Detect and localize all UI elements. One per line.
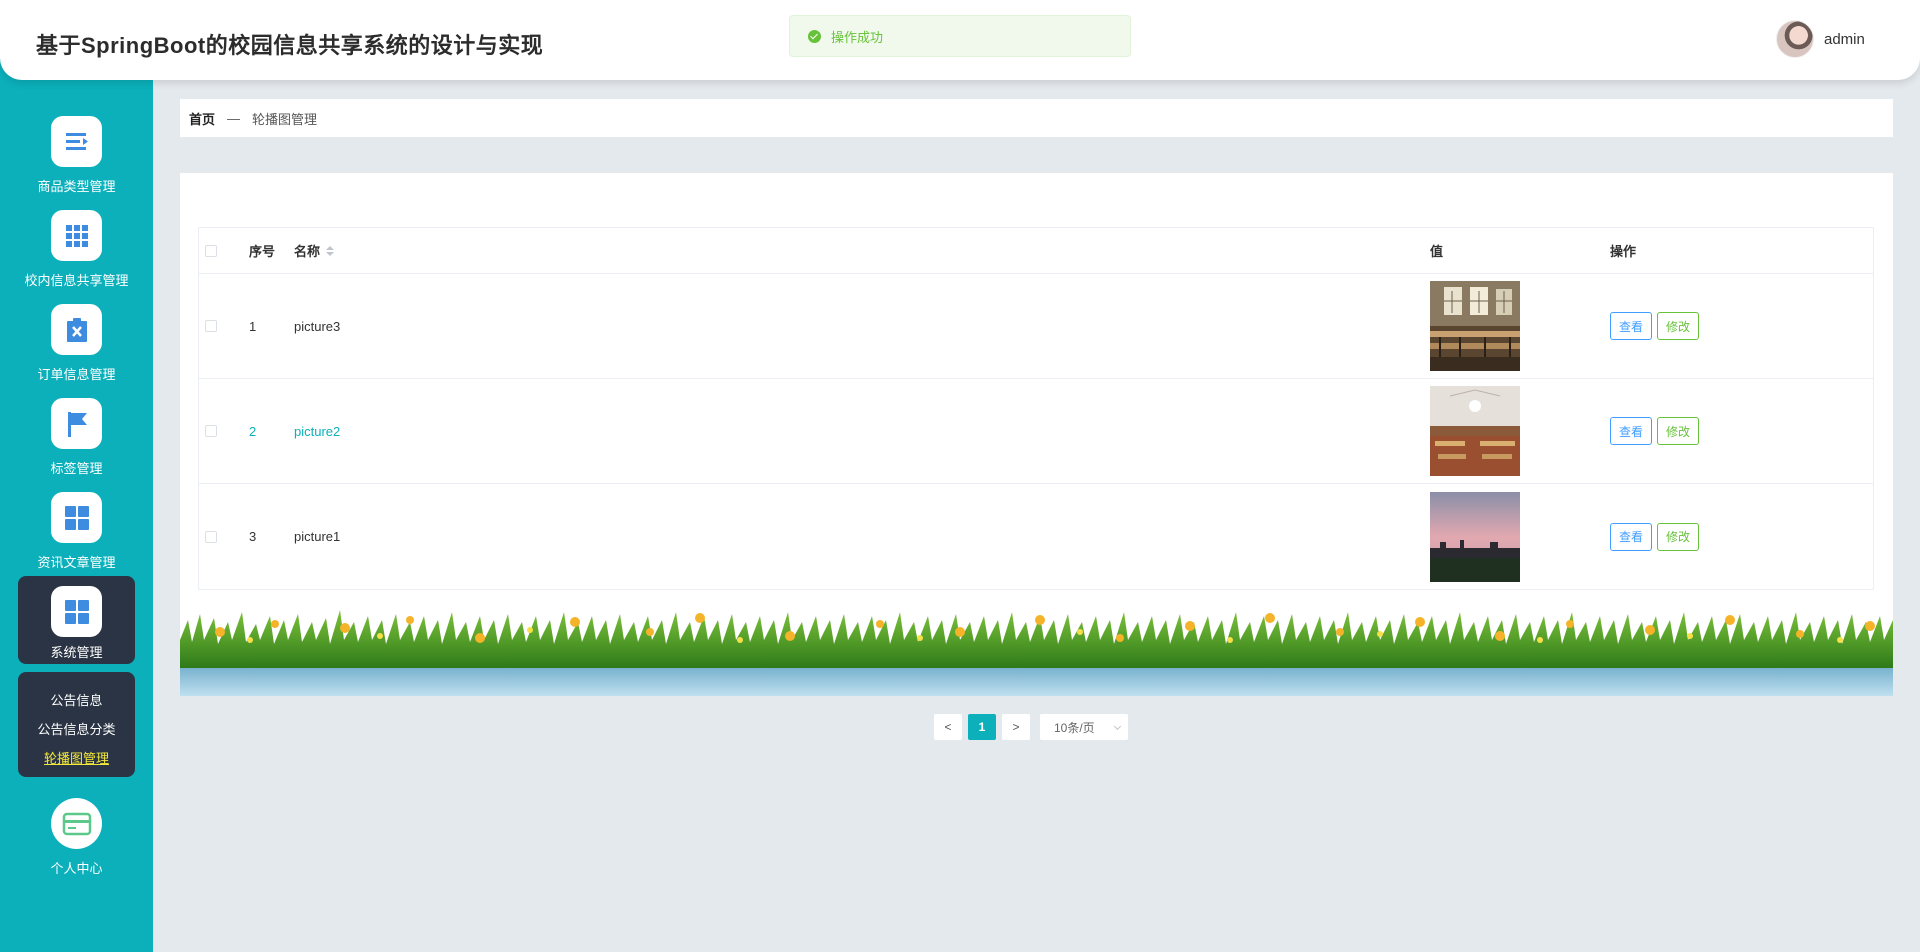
sidebar-item-label: 系统管理 xyxy=(50,645,103,660)
chevron-down-icon xyxy=(1113,722,1122,731)
sidebar-item-tags[interactable]: 标签管理 xyxy=(18,392,135,480)
library-hall-image xyxy=(1430,386,1520,476)
grass-decoration xyxy=(180,610,1893,696)
prev-page-button[interactable]: < xyxy=(934,714,962,740)
row-index: 1 xyxy=(249,318,257,334)
pagination: < 1 > 10条/页 xyxy=(934,714,1128,740)
toast-message: 操作成功 xyxy=(831,29,884,45)
success-toast: 操作成功 xyxy=(789,15,1131,57)
sidebar-item-system[interactable]: 系统管理 xyxy=(18,576,135,664)
sidebar-item-campus-info[interactable]: 校内信息共享管理 xyxy=(18,204,135,292)
edit-button[interactable]: 修改 xyxy=(1657,417,1700,445)
column-header-index: 序号 xyxy=(249,244,276,259)
page-size-label: 10条/页 xyxy=(1054,720,1095,735)
list-icon xyxy=(51,116,102,167)
view-button[interactable]: 查看 xyxy=(1610,522,1653,551)
sidebar-item-label: 商品类型管理 xyxy=(37,179,116,194)
breadcrumb-separator: — xyxy=(227,110,241,126)
column-header-value: 值 xyxy=(1430,244,1444,259)
breadcrumb-current: 轮播图管理 xyxy=(252,111,318,127)
edit-button[interactable]: 修改 xyxy=(1657,312,1700,340)
view-button[interactable]: 查看 xyxy=(1610,312,1653,340)
table-row: 2 picture2 查看 修改 xyxy=(199,379,1873,484)
table-row: 1 picture3 查看 修改 xyxy=(199,274,1873,379)
sort-icon[interactable] xyxy=(326,245,335,256)
row-name: picture3 xyxy=(294,318,341,334)
sidebar-item-label: 标签管理 xyxy=(50,461,103,476)
top-header: 基于SpringBoot的校园信息共享系统的设计与实现 操作成功 admin xyxy=(0,0,1920,80)
row-name: picture1 xyxy=(294,529,341,544)
submenu-item-carousel[interactable]: 轮播图管理 xyxy=(18,744,135,773)
carousel-table: 序号 名称 值 操作 1 picture3 查看 修改 2 picture2 查… xyxy=(198,227,1874,590)
row-name: picture2 xyxy=(294,423,341,439)
select-all-checkbox[interactable] xyxy=(205,244,217,257)
page-size-select[interactable]: 10条/页 xyxy=(1040,714,1128,740)
card-icon xyxy=(51,798,102,849)
submenu-item-notice-categories[interactable]: 公告信息分类 xyxy=(18,715,135,744)
clipboard-x-icon xyxy=(51,304,102,355)
next-page-button[interactable]: > xyxy=(1002,714,1030,740)
flag-icon xyxy=(51,398,102,449)
sidebar-item-profile[interactable]: 个人中心 xyxy=(18,792,135,880)
column-header-name[interactable]: 名称 xyxy=(294,241,1430,260)
page-number-current[interactable]: 1 xyxy=(968,714,996,740)
row-index: 3 xyxy=(249,529,257,544)
main-panel: 序号 名称 值 操作 1 picture3 查看 修改 2 picture2 查… xyxy=(180,173,1893,610)
table-header: 序号 名称 值 操作 xyxy=(199,228,1873,274)
username: admin xyxy=(1824,30,1865,48)
sidebar-item-articles[interactable]: 资讯文章管理 xyxy=(18,486,135,574)
user-menu[interactable]: admin xyxy=(1776,20,1865,58)
app-title: 基于SpringBoot的校园信息共享系统的设计与实现 xyxy=(36,33,544,58)
row-index: 2 xyxy=(249,423,257,439)
apps-icon xyxy=(51,586,102,637)
sidebar-item-label: 校内信息共享管理 xyxy=(24,273,129,288)
avatar[interactable] xyxy=(1776,20,1814,58)
row-checkbox[interactable] xyxy=(205,530,217,543)
row-checkbox[interactable] xyxy=(205,425,217,437)
column-header-actions: 操作 xyxy=(1610,244,1637,259)
sidebar: 商品类型管理 校内信息共享管理 订单信息管理 标签管理 资讯文章管理 系统管理 … xyxy=(0,0,153,952)
view-button[interactable]: 查看 xyxy=(1610,417,1653,445)
sidebar-item-product-types[interactable]: 商品类型管理 xyxy=(18,110,135,198)
submenu-item-notices[interactable]: 公告信息 xyxy=(18,686,135,715)
apps-icon xyxy=(51,492,102,543)
breadcrumb: 首页 — 轮播图管理 xyxy=(180,99,1893,137)
check-circle-icon xyxy=(808,29,821,43)
edit-button[interactable]: 修改 xyxy=(1657,522,1700,551)
system-submenu: 公告信息 公告信息分类 轮播图管理 xyxy=(18,672,135,777)
grid-icon xyxy=(51,210,102,261)
sunset-campus-image xyxy=(1430,491,1520,582)
sidebar-item-label: 个人中心 xyxy=(50,861,103,876)
table-row: 3 picture1 查看 修改 xyxy=(199,484,1873,589)
sidebar-item-label: 资讯文章管理 xyxy=(37,555,116,570)
library-interior-image xyxy=(1430,281,1520,371)
row-checkbox[interactable] xyxy=(205,320,217,332)
grass-banner xyxy=(180,610,1893,696)
sidebar-item-label: 订单信息管理 xyxy=(37,367,116,382)
sidebar-item-orders[interactable]: 订单信息管理 xyxy=(18,298,135,386)
column-header-name-label: 名称 xyxy=(294,244,321,259)
breadcrumb-home[interactable]: 首页 xyxy=(189,109,215,128)
